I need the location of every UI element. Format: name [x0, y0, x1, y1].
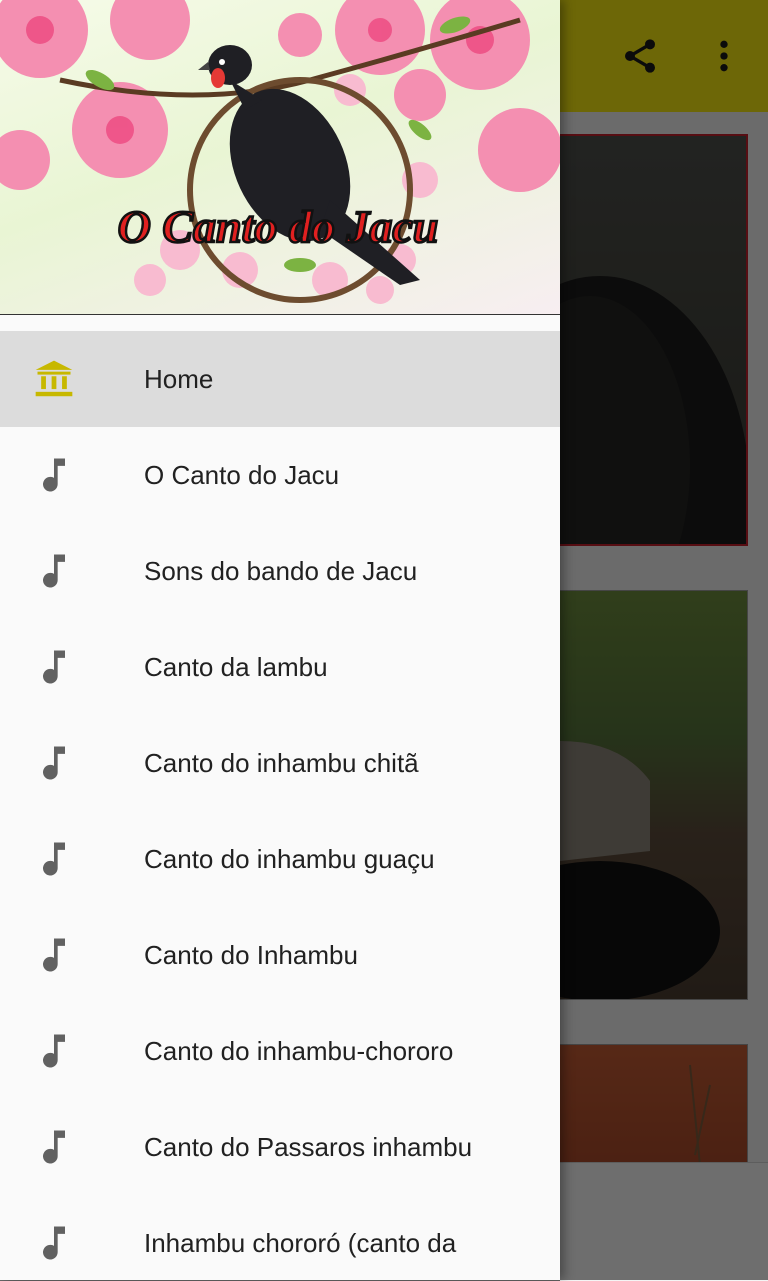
menu-item-label: Canto do inhambu-chororo [144, 1036, 454, 1066]
music-note-icon [30, 451, 78, 499]
menu-item-label: O Canto do Jacu [144, 460, 340, 490]
menu-item-label: Canto do inhambu chitã [144, 748, 419, 778]
menu-item-sons-do-bando[interactable]: Sons do bando de Jacu [0, 523, 560, 619]
drawer-menu: Home O Canto do Jacu Sons do bando de Ja… [0, 331, 560, 1280]
music-note-icon [30, 739, 78, 787]
menu-item-label: Home [144, 364, 214, 394]
menu-item-label: Canto do inhambu guaçu [144, 844, 435, 874]
navigation-drawer: O Canto do Jacu Home O Canto do Jacu Son… [0, 0, 560, 1280]
music-note-icon [30, 1123, 78, 1171]
music-note-icon [30, 643, 78, 691]
menu-item-inhambu-chita[interactable]: Canto do inhambu chitã [0, 715, 560, 811]
home-bank-icon [30, 355, 78, 403]
menu-item-o-canto-do-jacu[interactable]: O Canto do Jacu [0, 427, 560, 523]
music-note-icon [30, 931, 78, 979]
menu-item-label: Inhambu chororó (canto da [144, 1228, 457, 1258]
menu-item-label: Canto do Passaros inhambu [144, 1132, 473, 1162]
music-note-icon [30, 835, 78, 883]
menu-item-canto-do-inhambu[interactable]: Canto do Inhambu [0, 907, 560, 1003]
menu-item-label: Canto do Inhambu [144, 940, 358, 970]
menu-item-home[interactable]: Home [0, 331, 560, 427]
music-note-icon [30, 1027, 78, 1075]
music-note-icon [30, 1219, 78, 1267]
menu-item-canto-da-lambu[interactable]: Canto da lambu [0, 619, 560, 715]
menu-item-inhambu-guacu[interactable]: Canto do inhambu guaçu [0, 811, 560, 907]
menu-item-label: Sons do bando de Jacu [144, 556, 418, 586]
header-artwork: O Canto do Jacu [0, 0, 560, 304]
header-title: O Canto do Jacu [118, 201, 439, 252]
menu-item-inhambu-chororo[interactable]: Canto do inhambu-chororo [0, 1003, 560, 1099]
menu-item-passaros-inhambu[interactable]: Canto do Passaros inhambu [0, 1099, 560, 1195]
drawer-header: O Canto do Jacu [0, 0, 560, 315]
menu-item-label: Canto da lambu [144, 652, 328, 682]
music-note-icon [30, 547, 78, 595]
menu-item-inhambu-chororo-canto[interactable]: Inhambu chororó (canto da [0, 1195, 560, 1280]
